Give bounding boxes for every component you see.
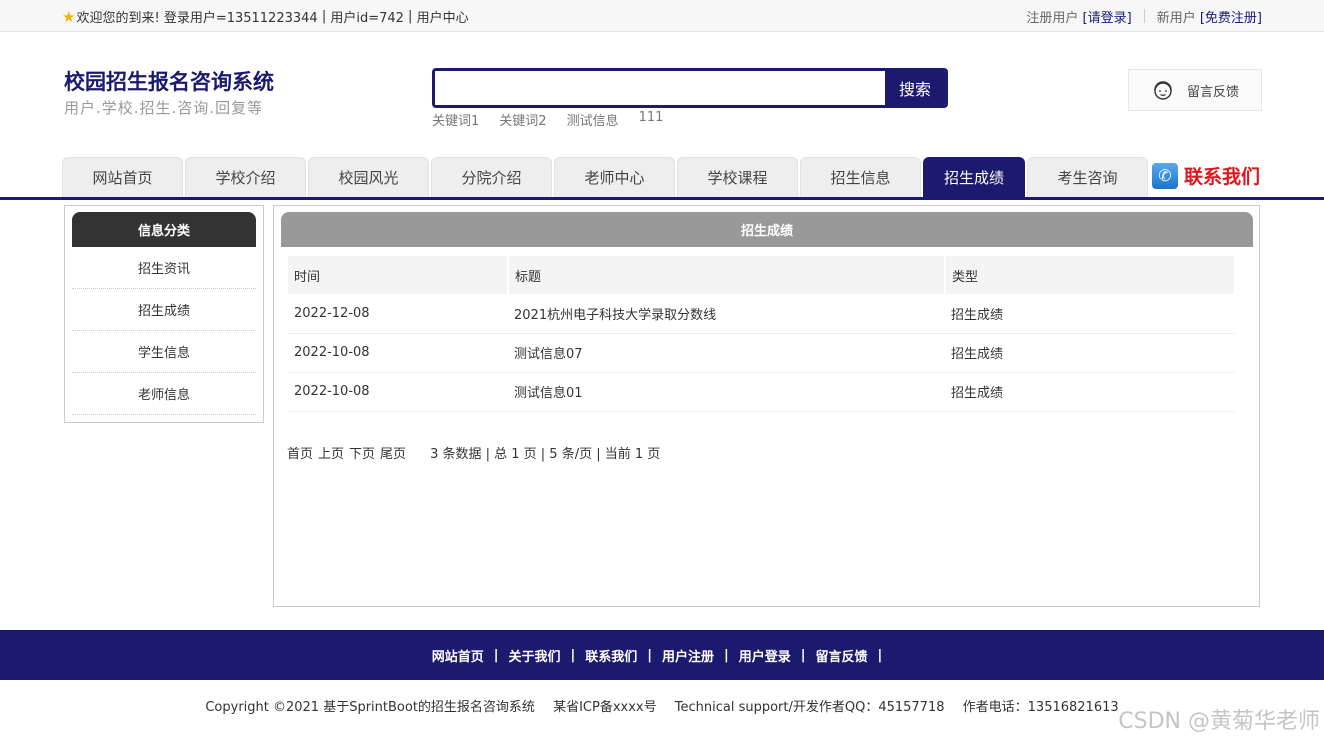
keyword-link[interactable]: 关键词1: [432, 110, 479, 129]
top-bar: ★ 欢迎您的到来! 登录用户=13511223344 | 用户id=742 | …: [0, 0, 1324, 32]
results-table: 时间 标题 类型 2022-12-08 2021杭州电子科技大学录取分数线 招生…: [288, 256, 1236, 412]
site-title: 校园招生报名咨询系统: [64, 66, 274, 96]
tab-home[interactable]: 网站首页: [62, 157, 183, 197]
account-links: 注册用户 [请登录] 新用户 [免费注册]: [1026, 7, 1262, 26]
welcome-text: 欢迎您的到来!: [76, 7, 159, 26]
footer-link-feedback[interactable]: 留言反馈: [816, 646, 868, 665]
sidebar-title: 信息分类: [72, 212, 256, 247]
tab-admission-info[interactable]: 招生信息: [800, 157, 921, 197]
cell-type: 招生成绩: [945, 372, 1235, 411]
cell-type: 招生成绩: [945, 294, 1235, 333]
search-button[interactable]: 搜索: [885, 71, 945, 105]
table-row[interactable]: 2022-10-08 测试信息07 招生成绩: [288, 333, 1235, 372]
sidebar-item-teacher-info[interactable]: 老师信息: [72, 373, 256, 415]
contact-us-label: 联系我们: [1184, 162, 1260, 189]
prev-page-link[interactable]: 上页: [318, 443, 344, 462]
keyword-link[interactable]: 测试信息: [567, 110, 619, 129]
last-page-link[interactable]: 尾页: [380, 443, 406, 462]
table-row[interactable]: 2022-12-08 2021杭州电子科技大学录取分数线 招生成绩: [288, 294, 1235, 333]
tab-courses[interactable]: 学校课程: [677, 157, 798, 197]
main-nav: 网站首页 学校介绍 校园风光 分院介绍 老师中心 学校课程 招生信息 招生成绩 …: [62, 157, 1148, 197]
feedback-label: 留言反馈: [1187, 81, 1239, 100]
search-bar: 搜索: [432, 68, 948, 108]
star-icon: ★: [62, 8, 75, 26]
footer-link-about[interactable]: 关于我们: [508, 646, 560, 665]
hot-keywords: 关键词1 关键词2 测试信息 111: [432, 110, 663, 129]
headset-icon: [1151, 78, 1175, 102]
footer-nav: 网站首页| 关于我们| 联系我们| 用户注册| 用户登录| 留言反馈|: [0, 630, 1324, 680]
sidebar-item-admission-news[interactable]: 招生资讯: [72, 247, 256, 289]
tab-branch-intro[interactable]: 分院介绍: [431, 157, 552, 197]
nav-underline: [0, 197, 1324, 200]
keyword-link[interactable]: 111: [639, 110, 664, 129]
column-header-title: 标题: [508, 256, 945, 294]
tab-school-intro[interactable]: 学校介绍: [185, 157, 306, 197]
cell-time: 2022-12-08: [288, 294, 508, 333]
footer-link-register[interactable]: 用户注册: [662, 646, 714, 665]
welcome-area: ★ 欢迎您的到来! 登录用户=13511223344 | 用户id=742 | …: [62, 7, 469, 26]
pagination-summary: 3 条数据 | 总 1 页 | 5 条/页 | 当前 1 页: [430, 443, 660, 462]
category-sidebar: 信息分类 招生资讯 招生成绩 学生信息 老师信息: [64, 205, 264, 423]
watermark: CSDN @黄菊华老师: [1118, 703, 1320, 735]
tab-campus-scenery[interactable]: 校园风光: [308, 157, 429, 197]
support-text: Technical support/开发作者QQ：45157718: [675, 700, 945, 715]
footer-link-home[interactable]: 网站首页: [432, 646, 484, 665]
tab-teacher-center[interactable]: 老师中心: [554, 157, 675, 197]
next-page-link[interactable]: 下页: [349, 443, 375, 462]
tab-admission-scores[interactable]: 招生成绩: [923, 157, 1025, 197]
tab-consultation[interactable]: 考生咨询: [1027, 157, 1148, 197]
site-subtitle: 用户.学校.招生.咨询.回复等: [64, 97, 263, 118]
user-center-link[interactable]: 用户中心: [417, 7, 469, 26]
column-header-type: 类型: [945, 256, 1235, 294]
cell-time: 2022-10-08: [288, 372, 508, 411]
login-user-text: 登录用户=13511223344: [164, 7, 318, 26]
register-user-label: 注册用户: [1026, 7, 1078, 26]
cell-type: 招生成绩: [945, 333, 1235, 372]
cell-title[interactable]: 测试信息01: [508, 372, 945, 411]
sidebar-item-admission-scores[interactable]: 招生成绩: [72, 289, 256, 331]
icp-text: 某省ICP备xxxx号: [553, 700, 657, 715]
keyword-link[interactable]: 关键词2: [499, 110, 546, 129]
login-link[interactable]: [请登录]: [1083, 7, 1132, 26]
user-id-text: 用户id=742: [330, 7, 404, 26]
copyright-text: Copyright ©2021 基于SprintBoot的招生报名咨询系统: [205, 700, 535, 715]
cell-title[interactable]: 2021杭州电子科技大学录取分数线: [508, 294, 945, 333]
feedback-button[interactable]: 留言反馈: [1128, 69, 1262, 111]
phone-text: 作者电话：13516821613: [963, 700, 1119, 715]
panel-title: 招生成绩: [281, 212, 1253, 247]
search-input[interactable]: [435, 71, 885, 105]
divider: [1144, 9, 1145, 23]
phone-icon: ✆: [1152, 163, 1178, 189]
content-panel: 招生成绩 时间 标题 类型 2022-12-08 2021杭州电子科技大学录取分…: [273, 205, 1260, 607]
register-link[interactable]: [免费注册]: [1200, 7, 1262, 26]
contact-us-link[interactable]: ✆ 联系我们: [1152, 162, 1260, 189]
footer-link-contact[interactable]: 联系我们: [585, 646, 637, 665]
first-page-link[interactable]: 首页: [287, 443, 313, 462]
column-header-time: 时间: [288, 256, 508, 294]
sidebar-item-student-info[interactable]: 学生信息: [72, 331, 256, 373]
cell-title[interactable]: 测试信息07: [508, 333, 945, 372]
pagination: 首页 上页 下页 尾页 3 条数据 | 总 1 页 | 5 条/页 | 当前 1…: [287, 443, 660, 462]
footer-link-login[interactable]: 用户登录: [739, 646, 791, 665]
table-row[interactable]: 2022-10-08 测试信息01 招生成绩: [288, 372, 1235, 411]
cell-time: 2022-10-08: [288, 333, 508, 372]
table-header-row: 时间 标题 类型: [288, 256, 1235, 294]
new-user-label: 新用户: [1157, 7, 1196, 26]
